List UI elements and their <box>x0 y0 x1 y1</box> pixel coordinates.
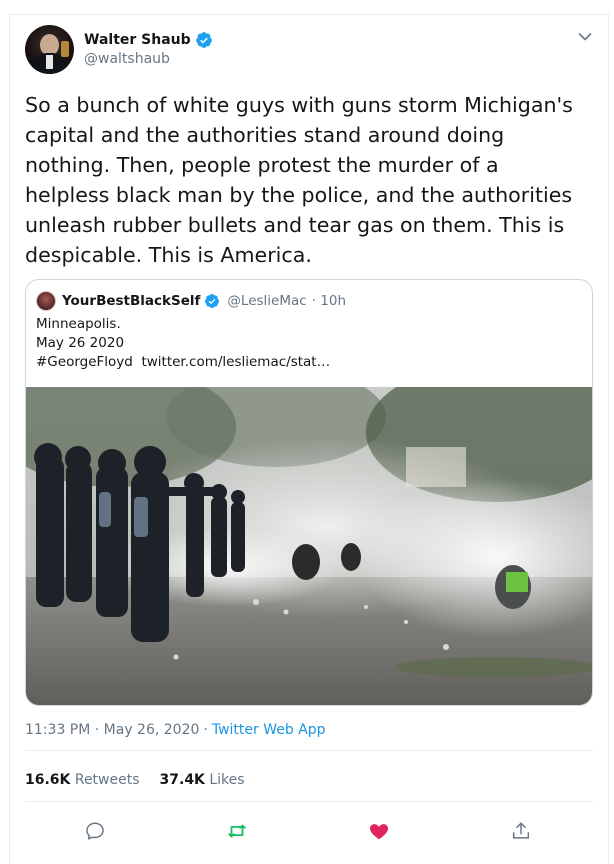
quoted-author-handle: @LeslieMac <box>227 293 307 309</box>
tweet-text: So a bunch of white guys with guns storm… <box>25 93 573 267</box>
quoted-verified-badge-icon <box>205 294 220 308</box>
quoted-text-line: #GeorgeFloyd twitter.com/lesliemac/stat… <box>36 354 331 370</box>
divider <box>25 750 593 751</box>
divider <box>25 801 593 802</box>
quoted-author-avatar <box>36 291 56 311</box>
quoted-text-line: May 26 2020 <box>36 335 125 351</box>
likes-stat[interactable]: 37.4K Likes <box>160 772 245 788</box>
author-display-name[interactable]: Walter Shaub <box>84 32 191 48</box>
likes-label: Likes <box>209 772 245 788</box>
quoted-tweet-header: YourBestBlackSelf @LeslieMac · 10h <box>36 291 346 311</box>
author-name-row[interactable]: Walter Shaub <box>84 31 213 49</box>
share-button[interactable] <box>508 818 534 844</box>
author-handle[interactable]: @waltshaub <box>84 51 170 67</box>
quoted-tweet[interactable]: YourBestBlackSelf @LeslieMac · 10h Minne… <box>25 279 593 706</box>
meta-separator: · <box>203 722 208 738</box>
verified-badge-icon <box>195 32 212 48</box>
share-icon <box>512 822 530 839</box>
tweet-stats: 16.6K Retweets 37.4K Likes <box>25 772 245 788</box>
author-avatar[interactable] <box>25 25 74 74</box>
reply-button[interactable] <box>82 818 108 844</box>
quoted-text-line: Minneapolis. <box>36 316 121 332</box>
retweet-icon <box>228 824 246 838</box>
retweets-count: 16.6K <box>25 772 71 788</box>
retweet-button[interactable] <box>224 818 250 844</box>
tweet-source-app[interactable]: Twitter Web App <box>212 722 326 738</box>
likes-count: 37.4K <box>159 772 205 788</box>
reply-icon <box>86 822 104 840</box>
heart-icon <box>370 824 388 840</box>
like-button[interactable] <box>366 818 392 844</box>
quoted-author-name: YourBestBlackSelf <box>62 293 201 309</box>
tweet-timestamp[interactable]: 11:33 PM · May 26, 2020 <box>25 722 199 738</box>
tweet-meta: 11:33 PM · May 26, 2020 · Twitter Web Ap… <box>25 722 326 738</box>
quoted-tweet-time: · 10h <box>311 293 347 309</box>
retweets-stat[interactable]: 16.6K Retweets <box>25 772 140 788</box>
quoted-tweet-text: Minneapolis. May 26 2020 #GeorgeFloyd tw… <box>36 315 576 372</box>
protest-photo[interactable] <box>26 387 593 706</box>
chevron-down-icon[interactable] <box>578 32 592 42</box>
retweets-label: Retweets <box>74 772 140 788</box>
